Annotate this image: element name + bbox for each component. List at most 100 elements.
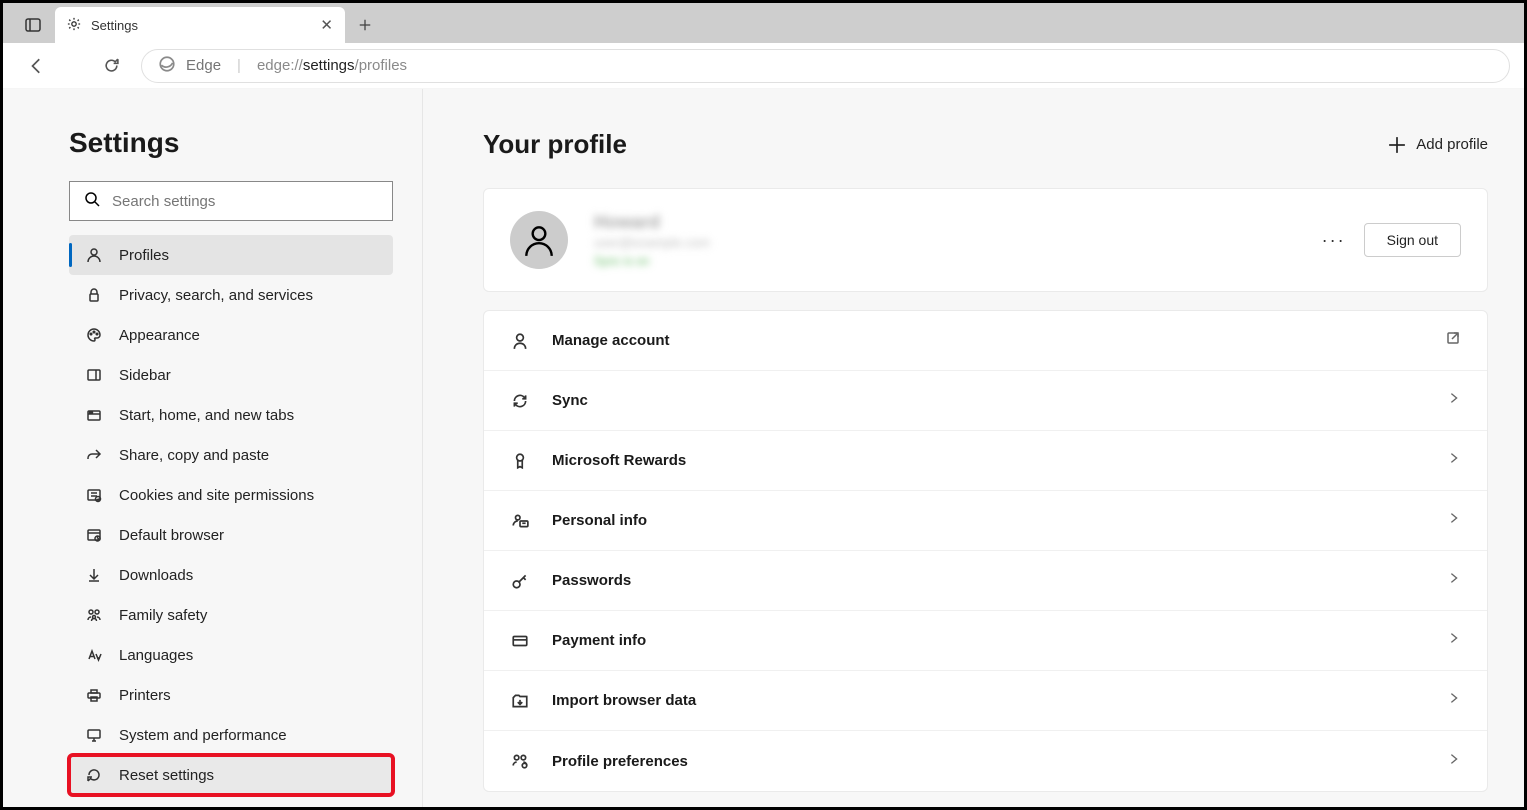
import-icon (510, 691, 530, 711)
list-item-label: Passwords (552, 572, 1425, 589)
sidebar-item-tabs[interactable]: Start, home, and new tabs (69, 395, 393, 435)
toolbar: Edge | edge://settings/profiles (3, 43, 1524, 89)
sidebar-item-printer[interactable]: Printers (69, 675, 393, 715)
sidebar-item-label: Family safety (119, 607, 207, 624)
sidebar-item-label: Cookies and site permissions (119, 487, 314, 504)
sidebar-item-label: Appearance (119, 327, 200, 344)
external-link-icon (1445, 330, 1461, 351)
nav-list: Profiles Privacy, search, and services App… (69, 235, 394, 795)
address-url: edge://settings/profiles (257, 57, 407, 74)
sidebar-item-label: Downloads (119, 567, 193, 584)
list-item-label: Manage account (552, 332, 1423, 349)
tabs-icon (85, 406, 103, 424)
download-icon (85, 566, 103, 584)
sidebar-item-profile[interactable]: Profiles (69, 235, 393, 275)
sidebar-item-browser[interactable]: Default browser (69, 515, 393, 555)
tab-settings[interactable]: Settings ✕ (55, 7, 345, 43)
list-item-key[interactable]: Passwords (484, 551, 1487, 611)
list-item-rewards[interactable]: Microsoft Rewards (484, 431, 1487, 491)
key-icon (510, 571, 530, 591)
sidebar-item-label: Reset settings (119, 767, 214, 784)
lock-icon (85, 286, 103, 304)
add-profile-button[interactable]: Add profile (1388, 136, 1488, 154)
tab-actions-icon[interactable] (11, 7, 55, 43)
sidebar-item-label: Profiles (119, 247, 169, 264)
chevron-right-icon (1447, 752, 1461, 771)
address-bar[interactable]: Edge | edge://settings/profiles (141, 49, 1510, 83)
sidebar-item-language[interactable]: Languages (69, 635, 393, 675)
new-tab-button[interactable] (345, 7, 385, 43)
main: Your profile Add profile Howard user@exa… (423, 89, 1524, 807)
chevron-right-icon (1447, 451, 1461, 470)
sidebar-item-lock[interactable]: Privacy, search, and services (69, 275, 393, 315)
profile-status: Sync is on (594, 254, 1322, 268)
list-item-label: Profile preferences (552, 753, 1425, 770)
share-icon (85, 446, 103, 464)
address-label: Edge (186, 57, 221, 74)
sidebar-item-sidebar[interactable]: Sidebar (69, 355, 393, 395)
tab-title: Settings (91, 18, 138, 33)
sidebar-item-download[interactable]: Downloads (69, 555, 393, 595)
sidebar-item-label: Printers (119, 687, 171, 704)
chevron-right-icon (1447, 691, 1461, 710)
page-title: Your profile (483, 129, 627, 160)
search-icon (84, 191, 100, 212)
edge-logo-icon (158, 55, 176, 77)
sidebar-item-label: Privacy, search, and services (119, 287, 313, 304)
list-item-card[interactable]: Payment info (484, 611, 1487, 671)
refresh-button[interactable] (91, 48, 131, 84)
sidebar-item-label: Start, home, and new tabs (119, 407, 294, 424)
close-icon[interactable]: ✕ (320, 16, 333, 34)
list-item-sync[interactable]: Sync (484, 371, 1487, 431)
sidebar-item-reset[interactable]: Reset settings (69, 755, 393, 795)
sidebar-item-share[interactable]: Share, copy and paste (69, 435, 393, 475)
cookies-icon (85, 486, 103, 504)
chevron-right-icon (1447, 631, 1461, 650)
content: Settings ProfilesPrivacy, search, and se… (3, 89, 1524, 807)
personal-icon (510, 511, 530, 531)
sidebar-item-family[interactable]: Family safety (69, 595, 393, 635)
profile-name: Howard (594, 212, 1322, 233)
profile-actions: ··· Sign out (1322, 223, 1461, 257)
search-settings[interactable] (69, 181, 393, 221)
sidebar-item-system[interactable]: System and performance (69, 715, 393, 755)
profile-card: Howard user@example.com Sync is on ··· S… (483, 188, 1488, 292)
sidebar-icon (85, 366, 103, 384)
profile-email: user@example.com (594, 235, 1322, 250)
list-item-label: Personal info (552, 512, 1425, 529)
signout-button[interactable]: Sign out (1364, 223, 1461, 257)
sidebar-item-label: System and performance (119, 727, 287, 744)
tab-bar: Settings ✕ (3, 3, 1524, 43)
list-item-label: Import browser data (552, 692, 1425, 709)
avatar (510, 211, 568, 269)
chevron-right-icon (1447, 571, 1461, 590)
main-header: Your profile Add profile (483, 129, 1488, 160)
divider: | (237, 57, 241, 74)
sidebar-item-cookies[interactable]: Cookies and site permissions (69, 475, 393, 515)
sync-icon (510, 391, 530, 411)
card-icon (510, 631, 530, 651)
more-button[interactable]: ··· (1322, 230, 1346, 251)
sidebar: Settings ProfilesPrivacy, search, and se… (3, 89, 423, 807)
search-input[interactable] (112, 193, 378, 210)
gear-icon (67, 17, 81, 34)
list-item-label: Payment info (552, 632, 1425, 649)
chevron-right-icon (1447, 511, 1461, 530)
person-icon (510, 331, 530, 351)
language-icon (85, 646, 103, 664)
back-button[interactable] (17, 48, 57, 84)
profile-icon (85, 246, 103, 264)
browser-icon (85, 526, 103, 544)
list-item-import[interactable]: Import browser data (484, 671, 1487, 731)
sidebar-item-label: Share, copy and paste (119, 447, 269, 464)
sidebar-item-palette[interactable]: Appearance (69, 315, 393, 355)
list-item-label: Sync (552, 392, 1425, 409)
list-item-prefs[interactable]: Profile preferences (484, 731, 1487, 791)
list-item-label: Microsoft Rewards (552, 452, 1425, 469)
list-item-personal[interactable]: Personal info (484, 491, 1487, 551)
chevron-right-icon (1447, 391, 1461, 410)
printer-icon (85, 686, 103, 704)
list-item-person[interactable]: Manage account (484, 311, 1487, 371)
system-icon (85, 726, 103, 744)
settings-list: Manage account Sync Microsoft Rewards Perso… (483, 310, 1488, 792)
